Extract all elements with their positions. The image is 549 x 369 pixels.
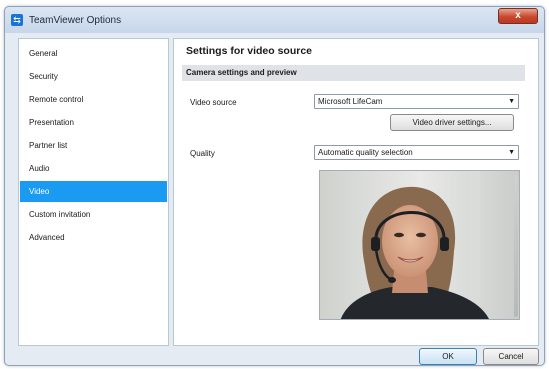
sidebar-item-video[interactable]: Video: [20, 181, 167, 202]
sidebar-item-security[interactable]: Security: [20, 66, 167, 87]
teamviewer-icon: ⇆: [11, 14, 23, 26]
ok-button[interactable]: OK: [419, 348, 477, 365]
camera-preview: [319, 170, 520, 320]
sidebar-item-remote-control[interactable]: Remote control: [20, 89, 167, 110]
sidebar-item-advanced[interactable]: Advanced: [20, 227, 167, 248]
video-driver-settings-button[interactable]: Video driver settings...: [390, 114, 514, 131]
quality-label: Quality: [190, 149, 215, 158]
section-header: Camera settings and preview: [182, 65, 525, 81]
preview-scrollbar[interactable]: [514, 175, 518, 317]
sidebar-item-presentation[interactable]: Presentation: [20, 112, 167, 133]
video-source-select[interactable]: Microsoft LifeCam ▼: [314, 94, 519, 109]
quality-select[interactable]: Automatic quality selection ▼: [314, 145, 519, 160]
chevron-down-icon: ▼: [508, 149, 515, 156]
cancel-button[interactable]: Cancel: [483, 348, 539, 365]
video-source-label: Video source: [190, 98, 237, 107]
quality-value: Automatic quality selection: [318, 148, 413, 157]
sidebar-item-general[interactable]: General: [20, 43, 167, 64]
chevron-down-icon: ▼: [508, 98, 515, 105]
options-window: ⇆ TeamViewer Options x General Security …: [4, 6, 545, 366]
window-title: TeamViewer Options: [29, 15, 122, 26]
webcam-image: [320, 171, 519, 319]
sidebar-item-custom-invitation[interactable]: Custom invitation: [20, 204, 167, 225]
video-source-value: Microsoft LifeCam: [318, 97, 383, 106]
category-sidebar: General Security Remote control Presenta…: [18, 38, 169, 346]
close-button[interactable]: x: [498, 8, 538, 24]
settings-panel: Settings for video source Camera setting…: [173, 38, 539, 346]
sidebar-item-audio[interactable]: Audio: [20, 158, 167, 179]
title-bar[interactable]: ⇆ TeamViewer Options x: [5, 7, 544, 33]
sidebar-item-partner-list[interactable]: Partner list: [20, 135, 167, 156]
page-title: Settings for video source: [186, 45, 313, 57]
